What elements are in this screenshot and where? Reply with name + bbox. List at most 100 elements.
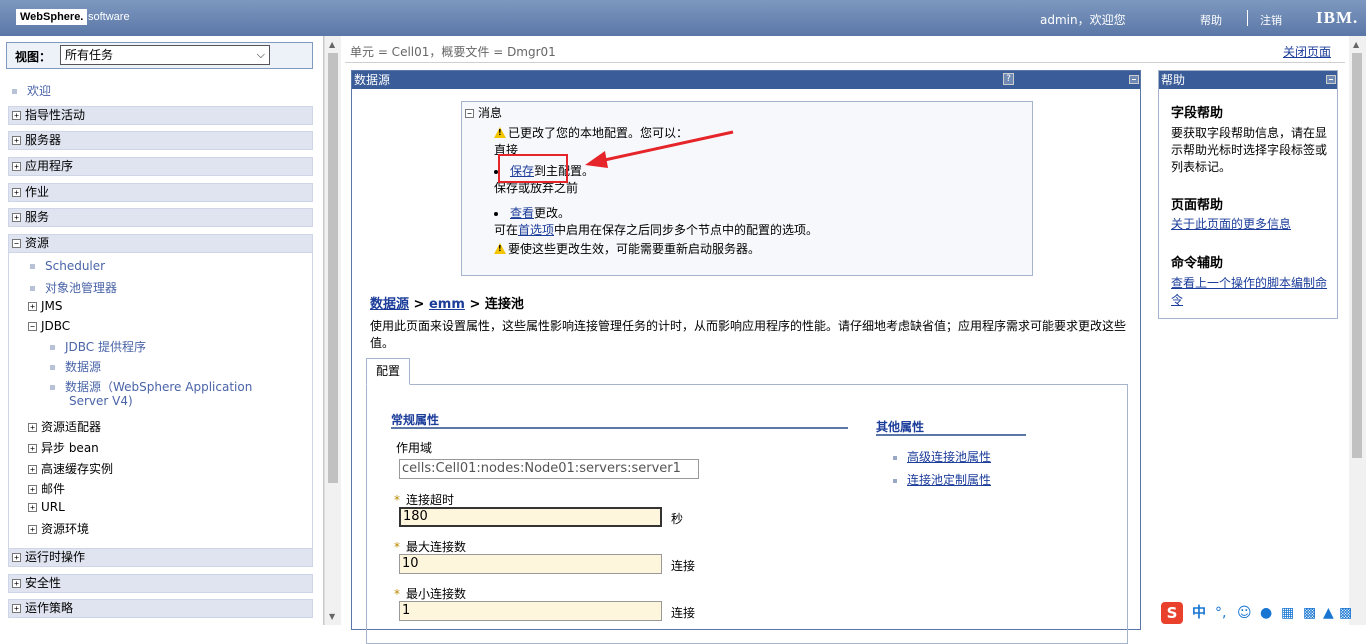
nav-category-applications[interactable]: + 应用程序 <box>8 157 313 176</box>
scrollbar-thumb[interactable] <box>328 53 338 483</box>
nav-item-datasource-v4[interactable]: 数据源（WebSphere Application <box>50 378 252 395</box>
conn-timeout-input[interactable]: 180 <box>399 507 662 527</box>
other-prop-item: 高级连接池属性 <box>893 448 991 465</box>
message-text: 要使这些更改生效，可能需要重新启动服务器。 <box>508 242 761 256</box>
max-conn-input[interactable]: 10 <box>399 554 662 574</box>
nav-category-security[interactable]: + 安全性 <box>8 574 313 593</box>
nav-category-label: 运作策略 <box>25 601 74 615</box>
nav-item-async-bean[interactable]: + 异步 bean <box>28 439 99 456</box>
breadcrumb-emm-link[interactable]: emm <box>429 297 465 312</box>
breadcrumb-separator: > <box>413 297 425 312</box>
ime-punctuation-icon[interactable]: °, <box>1215 604 1226 622</box>
expand-icon: + <box>12 553 21 562</box>
minimize-icon[interactable] <box>1326 75 1336 84</box>
view-select[interactable]: 所有任务 ⌵ <box>60 45 270 65</box>
advanced-pool-props-link[interactable]: 高级连接池属性 <box>907 450 991 464</box>
nav-item-scheduler[interactable]: Scheduler <box>30 259 105 273</box>
nav-item-jms[interactable]: + JMS <box>28 299 63 313</box>
breadcrumb-datasource-link[interactable]: 数据源 <box>370 297 409 312</box>
expand-icon: + <box>28 525 37 534</box>
field-label: 最大连接数 <box>406 540 467 554</box>
nav-item-resource-adapter[interactable]: + 资源适配器 <box>28 418 101 435</box>
websphere-logo-sub: software <box>88 11 130 23</box>
nav-item-cache[interactable]: + 高速缓存实例 <box>28 460 113 477</box>
sogou-logo-icon[interactable]: S <box>1161 602 1183 624</box>
scroll-up-icon[interactable]: ▲ <box>329 40 335 49</box>
nav-item-mail[interactable]: + 邮件 <box>28 480 65 497</box>
nav-item-label: Scheduler <box>45 259 106 273</box>
tab-configuration[interactable]: 配置 <box>366 358 410 385</box>
ime-language-icon[interactable]: 中 <box>1192 604 1206 622</box>
nav-category-label: 安全性 <box>25 576 62 590</box>
nav-welcome[interactable]: 欢迎 <box>12 82 51 99</box>
nav-item-label: JDBC 提供程序 <box>65 340 146 354</box>
help-panel: 帮助 字段帮助 要获取字段帮助信息，请在显示帮助光标时选择字段标签或列表标记。 … <box>1158 70 1338 319</box>
max-conn-label: * 最大连接数 <box>394 538 466 555</box>
nav-category-servers[interactable]: + 服务器 <box>8 131 313 150</box>
scrollbar-thumb[interactable] <box>1352 53 1362 458</box>
section-underline <box>391 427 848 429</box>
nav-category-label: 应用程序 <box>25 159 74 173</box>
page-help-link[interactable]: 关于此页面的更多信息 <box>1171 216 1331 233</box>
nav-item-env[interactable]: + 资源环境 <box>28 520 89 537</box>
annotation-highlight-box <box>498 154 568 183</box>
collapse-icon: − <box>465 109 474 118</box>
keyboard-icon[interactable]: ▦ <box>1281 604 1294 622</box>
preferences-link[interactable]: 首选项 <box>518 223 554 237</box>
nav-item-label: 数据源（WebSphere Application <box>65 380 253 394</box>
scroll-down-icon[interactable]: ▼ <box>329 612 335 621</box>
custom-pool-props-link[interactable]: 连接池定制属性 <box>907 473 991 487</box>
ime-toolbar: S 中 °, ☺ ● ▦ ▩ ▲ ▩ <box>1160 601 1352 625</box>
header-divider <box>1247 10 1248 26</box>
nav-item-jdbc-provider[interactable]: JDBC 提供程序 <box>50 338 146 355</box>
page-scrollbar[interactable]: ▲ <box>1349 36 1366 625</box>
close-page-link[interactable]: 关闭页面 <box>1283 43 1331 60</box>
logout-link[interactable]: 注销 <box>1260 12 1282 28</box>
apps-grid-icon[interactable]: ▩ <box>1303 604 1316 622</box>
nav-category-runtime[interactable]: + 运行时操作 <box>8 548 313 567</box>
general-properties-title: 常规属性 <box>391 413 440 427</box>
nav-item-datasource[interactable]: 数据源 <box>50 358 101 375</box>
nav-category-label: 运行时操作 <box>25 550 86 564</box>
review-changes-link[interactable]: 查看 <box>510 206 534 220</box>
breadcrumb-current: 连接池 <box>484 297 524 312</box>
nav-category-services[interactable]: + 服务 <box>8 208 313 227</box>
sidebar-scrollbar[interactable]: ▲ ▼ <box>324 36 341 625</box>
nav-item-datasource-v4-cont[interactable]: Server V4) <box>69 394 133 408</box>
message-line: 可在首选项中启用在保存之后同步多个节点中的配置的选项。 <box>494 221 818 238</box>
command-assist-link[interactable]: 查看上一个操作的脚本编制命令 <box>1171 275 1331 309</box>
emoji-icon[interactable]: ☺ <box>1237 604 1252 622</box>
minimize-icon[interactable] <box>1129 75 1139 84</box>
toolbox-grid-icon[interactable]: ▩ <box>1339 604 1352 622</box>
nav-category-label: 服务器 <box>25 133 62 147</box>
nav-category-guided[interactable]: + 指导性活动 <box>8 106 313 125</box>
expand-icon: + <box>12 136 21 145</box>
welcome-text: admin，欢迎您 <box>1040 13 1126 27</box>
nav-category-jobs[interactable]: + 作业 <box>8 183 313 202</box>
microphone-icon[interactable]: ● <box>1260 604 1272 622</box>
help-question-icon[interactable]: ? <box>1003 73 1014 85</box>
bullet-icon <box>893 478 897 483</box>
field-help-heading: 字段帮助 <box>1171 106 1224 121</box>
nav-item-jdbc[interactable]: − JDBC <box>28 319 70 333</box>
nav-category-resources[interactable]: − 资源 <box>8 234 313 253</box>
unit-connections: 连接 <box>671 559 696 573</box>
nav-category-policies[interactable]: + 运作策略 <box>8 599 313 618</box>
skin-shirt-icon[interactable]: ▲ <box>1323 604 1334 622</box>
bullet-icon <box>494 211 498 216</box>
nav-item-label: 高速缓存实例 <box>41 462 114 476</box>
nav-item-url[interactable]: + URL <box>28 500 65 514</box>
min-conn-input[interactable]: 1 <box>399 601 662 621</box>
expand-icon: + <box>12 604 21 613</box>
collapse-icon: − <box>28 322 37 331</box>
help-link[interactable]: 帮助 <box>1200 12 1222 28</box>
nav-item-label: 邮件 <box>41 482 66 496</box>
view-selector-bar: 视图： 所有任务 ⌵ <box>6 42 313 69</box>
scroll-up-icon[interactable]: ▲ <box>1353 40 1359 49</box>
nav-item-object-pool[interactable]: 对象池管理器 <box>30 279 117 296</box>
bullet-icon <box>12 89 17 94</box>
section-underline <box>876 434 1026 436</box>
view-select-value: 所有任务 <box>65 48 114 62</box>
nav-item-label: JDBC <box>41 319 71 333</box>
messages-header[interactable]: − 消息 <box>465 104 502 121</box>
